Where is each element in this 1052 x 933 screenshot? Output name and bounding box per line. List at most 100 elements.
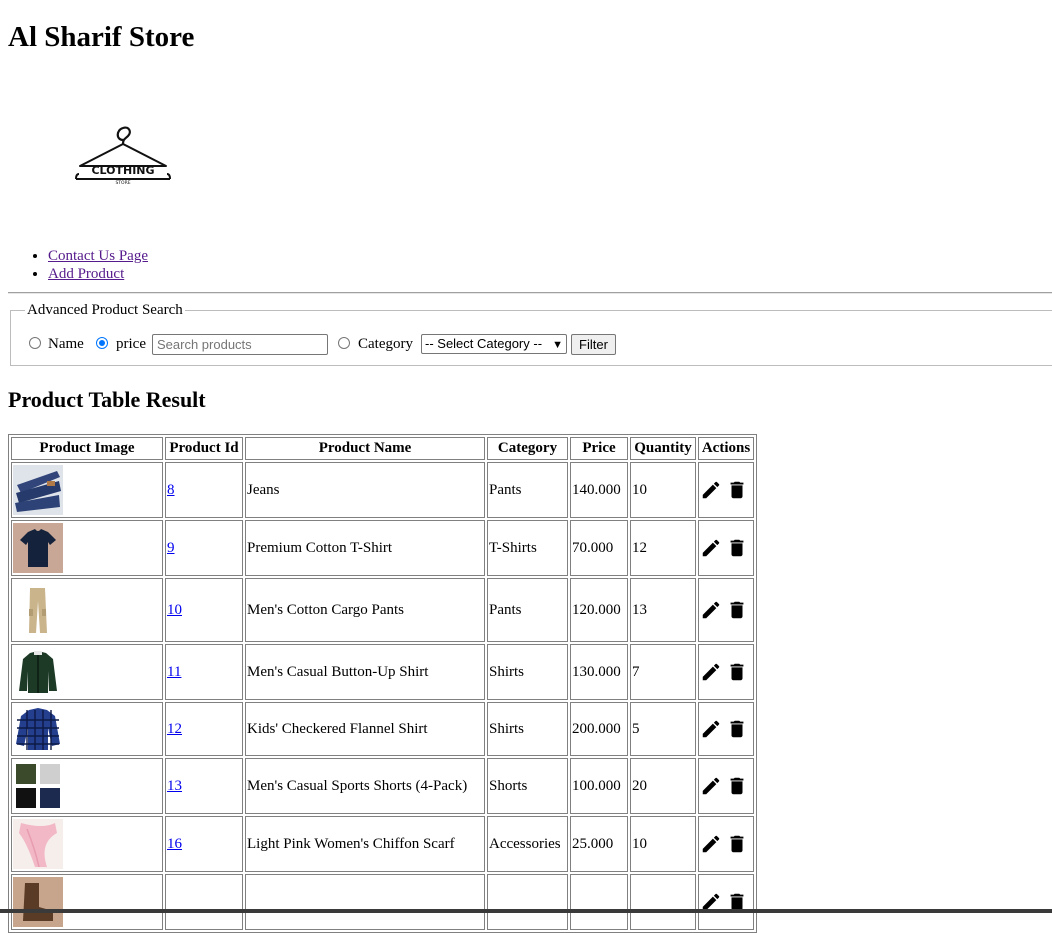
pencil-icon[interactable] (700, 537, 722, 559)
quantity-cell: 5 (630, 702, 696, 756)
price-cell: 25.000 (570, 816, 628, 872)
table-row: 11 Men's Casual Button-Up Shirt Shirts 130.… (11, 644, 754, 700)
table-row: 16 Light Pink Women's Chiffon Scarf Access… (11, 816, 754, 872)
product-id-cell: 11 (165, 644, 243, 700)
radio-name[interactable] (29, 337, 41, 349)
col-product-image: Product Image (11, 437, 163, 460)
page-title: Al Sharif Store (8, 21, 195, 53)
shorts-image (13, 761, 63, 811)
product-name-cell (245, 874, 485, 930)
product-id-link[interactable]: 8 (167, 482, 175, 498)
product-name-cell: Jeans (245, 462, 485, 518)
actions-cell (698, 758, 754, 814)
product-image-cell (11, 758, 163, 814)
trash-icon[interactable] (726, 661, 748, 683)
results-heading: Product Table Result (8, 387, 206, 412)
actions-cell (698, 462, 754, 518)
actions-cell (698, 702, 754, 756)
trash-icon[interactable] (726, 599, 748, 621)
product-id-cell: 16 (165, 816, 243, 872)
contact-us-link[interactable]: Contact Us Page (48, 248, 148, 264)
col-actions: Actions (698, 437, 754, 460)
product-id-link[interactable]: 12 (167, 721, 182, 737)
actions-cell (698, 874, 754, 930)
nav-item: Contact Us Page (48, 247, 148, 265)
actions-cell (698, 520, 754, 576)
product-name-cell: Premium Cotton T-Shirt (245, 520, 485, 576)
price-cell: 100.000 (570, 758, 628, 814)
product-image-cell (11, 520, 163, 576)
product-name-cell: Men's Casual Sports Shorts (4-Pack) (245, 758, 485, 814)
product-id-cell: 10 (165, 578, 243, 642)
product-image-cell (11, 874, 163, 930)
pencil-icon[interactable] (700, 775, 722, 797)
product-id-cell: 9 (165, 520, 243, 576)
button-shirt-image (13, 647, 63, 697)
product-id-link[interactable]: 10 (167, 602, 182, 618)
col-category: Category (487, 437, 568, 460)
radio-price[interactable] (96, 337, 108, 349)
filter-button[interactable]: Filter (571, 334, 616, 355)
trash-icon[interactable] (726, 833, 748, 855)
quantity-cell: 12 (630, 520, 696, 576)
trash-icon[interactable] (726, 718, 748, 740)
svg-text:CLOTHING: CLOTHING (91, 164, 154, 177)
product-id-link[interactable]: 9 (167, 540, 175, 556)
trash-icon[interactable] (726, 775, 748, 797)
nav-links: Contact Us Page Add Product (8, 247, 148, 283)
price-cell: 130.000 (570, 644, 628, 700)
category-select[interactable]: -- Select Category -- ▼ (421, 334, 567, 354)
store-logo: CLOTHING STORE (75, 126, 171, 186)
product-name-cell: Men's Cotton Cargo Pants (245, 578, 485, 642)
product-id-link[interactable]: 11 (167, 664, 181, 680)
product-image-cell (11, 816, 163, 872)
quantity-cell: 13 (630, 578, 696, 642)
price-cell: 70.000 (570, 520, 628, 576)
trash-icon[interactable] (726, 479, 748, 501)
price-cell (570, 874, 628, 930)
product-table: Product Image Product Id Product Name Ca… (8, 434, 757, 933)
pencil-icon[interactable] (700, 718, 722, 740)
pencil-icon[interactable] (700, 833, 722, 855)
quantity-cell: 10 (630, 462, 696, 518)
col-quantity: Quantity (630, 437, 696, 460)
table-row: 12 Kids' Checkered Flannel Shirt Shirts 200… (11, 702, 754, 756)
category-cell: Shorts (487, 758, 568, 814)
radio-price-label: price (116, 336, 146, 352)
radio-category[interactable] (338, 337, 350, 349)
product-name-cell: Kids' Checkered Flannel Shirt (245, 702, 485, 756)
product-id-cell (165, 874, 243, 930)
trash-icon[interactable] (726, 537, 748, 559)
category-cell: Shirts (487, 702, 568, 756)
boots-image (13, 877, 63, 927)
pencil-icon[interactable] (700, 599, 722, 621)
category-cell (487, 874, 568, 930)
product-id-link[interactable]: 13 (167, 778, 182, 794)
product-image-cell (11, 644, 163, 700)
table-row: 9 Premium Cotton T-Shirt T-Shirts 70.000 12 (11, 520, 754, 576)
quantity-cell: 7 (630, 644, 696, 700)
cargo-pants-image (13, 585, 63, 635)
pencil-icon[interactable] (700, 661, 722, 683)
actions-cell (698, 644, 754, 700)
price-cell: 140.000 (570, 462, 628, 518)
divider (8, 292, 1052, 294)
product-image-cell (11, 462, 163, 518)
table-row: 13 Men's Casual Sports Shorts (4-Pack) Sho… (11, 758, 754, 814)
quantity-cell: 20 (630, 758, 696, 814)
category-select-value: -- Select Category -- (425, 336, 543, 351)
add-product-link[interactable]: Add Product (48, 266, 124, 282)
flannel-shirt-image (13, 704, 63, 754)
category-cell: Pants (487, 578, 568, 642)
category-cell: Accessories (487, 816, 568, 872)
quantity-cell (630, 874, 696, 930)
price-cell: 120.000 (570, 578, 628, 642)
search-input[interactable]: Search products (152, 334, 328, 355)
pencil-icon[interactable] (700, 479, 722, 501)
product-id-link[interactable]: 16 (167, 836, 182, 852)
category-cell: Pants (487, 462, 568, 518)
category-cell: T-Shirts (487, 520, 568, 576)
table-header-row: Product Image Product Id Product Name Ca… (11, 437, 754, 460)
col-product-name: Product Name (245, 437, 485, 460)
nav-item: Add Product (48, 265, 148, 283)
